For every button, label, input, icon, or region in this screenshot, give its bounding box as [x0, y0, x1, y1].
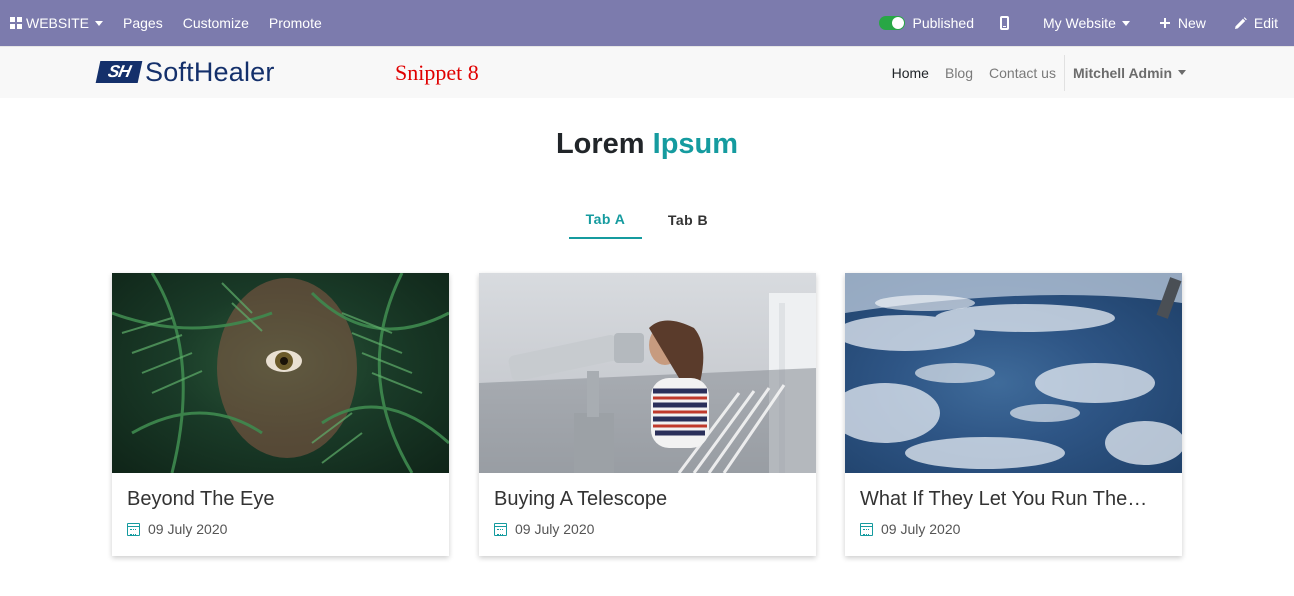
- admin-bar-left: WEBSITE Pages Customize Promote: [0, 0, 332, 46]
- edit-label: Edit: [1253, 15, 1278, 31]
- chevron-down-icon: [1178, 70, 1186, 75]
- tab-list: Tab A Tab B: [569, 200, 734, 240]
- site-header: SH SoftHealer Snippet 8 Home Blog Contac…: [0, 46, 1294, 98]
- calendar-icon: [494, 522, 507, 536]
- logo-mark: SH: [95, 61, 143, 83]
- user-name: Mitchell Admin: [1072, 64, 1172, 81]
- plus-icon: [1159, 18, 1170, 28]
- blog-card-title[interactable]: What If They Let You Run The…: [860, 488, 1165, 511]
- logo-text: SoftHealer: [145, 56, 275, 87]
- nav-home[interactable]: Home: [884, 65, 937, 81]
- main-nav: Home Blog Contact us Mitchell Admin: [884, 47, 1194, 98]
- blog-card[interactable]: What If They Let You Run The… 09 July 20…: [845, 273, 1182, 556]
- user-menu[interactable]: Mitchell Admin: [1065, 65, 1194, 81]
- blog-card-date: 09 July 2020: [515, 521, 595, 537]
- telescope-photo: [479, 293, 816, 473]
- blog-card-image[interactable]: [479, 273, 816, 473]
- chevron-down-icon: [1121, 20, 1130, 26]
- snippet-label: Snippet 8: [395, 60, 479, 85]
- section-title: Lorem Ipsum: [0, 128, 1294, 161]
- site-logo[interactable]: SH SoftHealer: [95, 56, 275, 87]
- calendar-icon: [127, 522, 140, 536]
- admin-bar: WEBSITE Pages Customize Promote Publishe…: [0, 0, 1294, 46]
- blog-card-date: 09 July 2020: [148, 521, 228, 537]
- website-switcher[interactable]: My Website: [1033, 0, 1150, 46]
- fern-eye-photo: [112, 273, 449, 473]
- pencil-icon: [1234, 16, 1247, 30]
- blog-card[interactable]: Buying A Telescope 09 July 2020: [479, 273, 816, 556]
- apps-menu-button[interactable]: WEBSITE: [0, 0, 113, 46]
- blog-card-meta: 09 July 2020: [494, 521, 594, 537]
- earth-clouds-photo: [845, 273, 1182, 469]
- nav-blog[interactable]: Blog: [937, 65, 981, 81]
- new-label: New: [1177, 15, 1206, 31]
- blog-card-date: 09 July 2020: [881, 521, 961, 537]
- publish-toggle[interactable]: Published: [869, 0, 988, 46]
- edit-button[interactable]: Edit: [1224, 0, 1288, 46]
- admin-bar-right: Published My Website New Edit: [869, 0, 1294, 46]
- blog-card-meta: 09 July 2020: [127, 521, 227, 537]
- customize-menu[interactable]: Customize: [173, 0, 259, 46]
- chevron-down-icon: [95, 20, 104, 26]
- apps-grid-icon: [10, 17, 22, 29]
- section-title-accent: Ipsum: [652, 128, 739, 160]
- calendar-icon: [860, 522, 873, 536]
- blog-card-image[interactable]: [112, 273, 449, 473]
- pages-menu[interactable]: Pages: [113, 0, 173, 46]
- blog-card[interactable]: Beyond The Eye 09 July 2020: [112, 273, 449, 556]
- blog-card-image[interactable]: [845, 273, 1182, 473]
- tab-a[interactable]: Tab A: [569, 200, 642, 239]
- section-title-main: Lorem: [555, 128, 645, 160]
- toggle-switch-icon: [879, 16, 906, 30]
- blog-card-title[interactable]: Buying A Telescope: [494, 488, 799, 511]
- blog-card-meta: 09 July 2020: [860, 521, 960, 537]
- mobile-preview-button[interactable]: [988, 0, 1033, 46]
- promote-menu[interactable]: Promote: [259, 0, 332, 46]
- website-switcher-label: My Website: [1042, 15, 1116, 31]
- new-button[interactable]: New: [1150, 0, 1224, 46]
- blog-card-title[interactable]: Beyond The Eye: [127, 488, 432, 511]
- apps-menu-label: WEBSITE: [26, 15, 90, 31]
- mobile-icon: [999, 16, 1009, 30]
- published-label: Published: [912, 15, 974, 31]
- nav-contact-us[interactable]: Contact us: [981, 65, 1064, 81]
- tab-b[interactable]: Tab B: [642, 200, 734, 239]
